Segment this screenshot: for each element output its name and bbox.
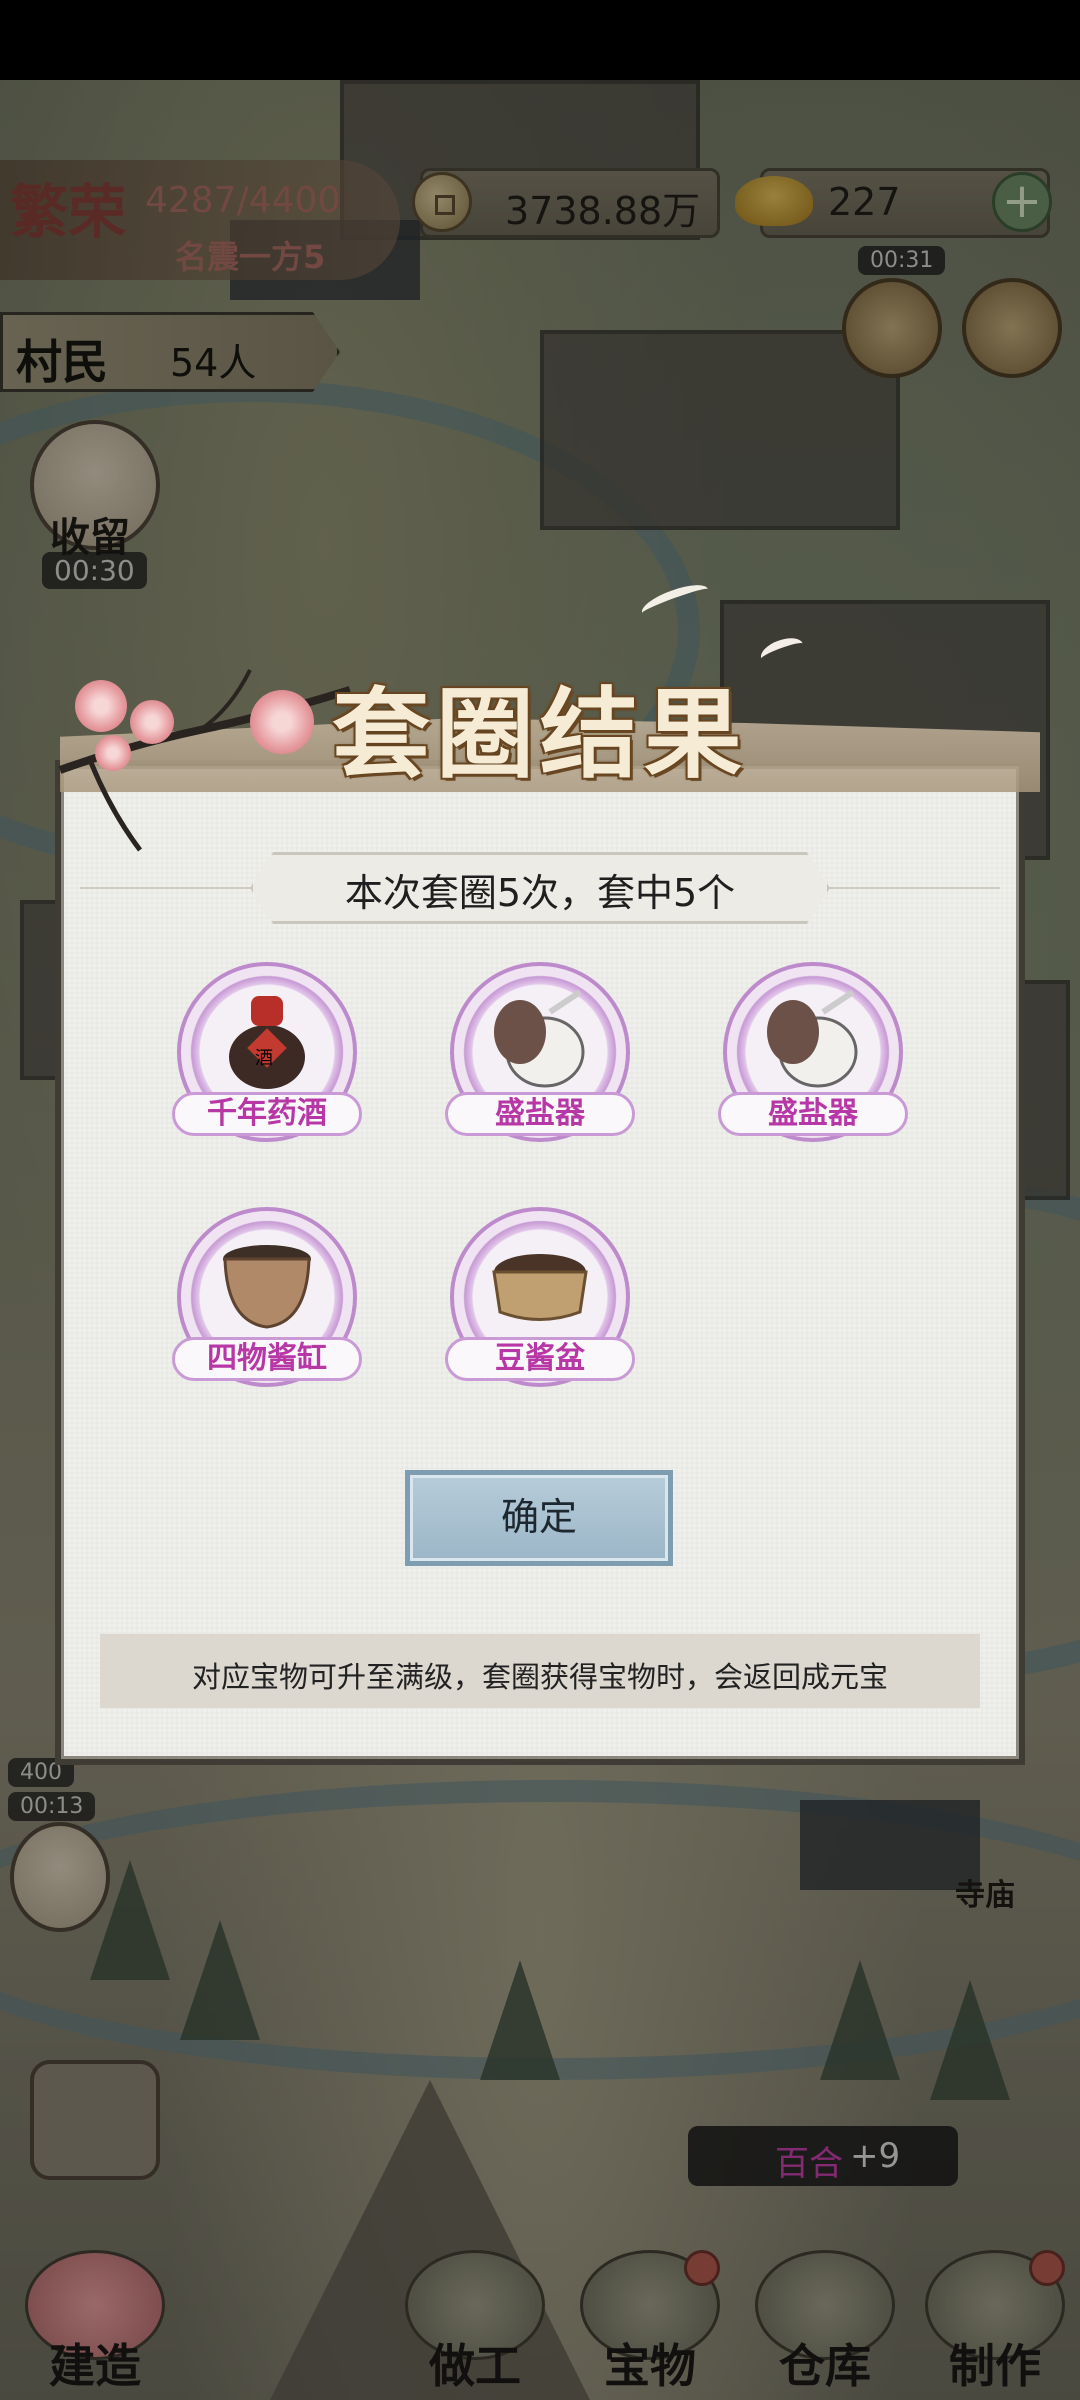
sauce-vat-icon (223, 1245, 311, 1329)
status-bar (0, 0, 1080, 80)
prize-item[interactable]: 盛盐器 (445, 962, 635, 1162)
wine-character: 酒 (255, 1048, 273, 1069)
prize-item[interactable]: 四物酱缸 (172, 1207, 362, 1407)
confirm-button[interactable]: 确定 (405, 1470, 673, 1566)
bean-paste-basin-icon (492, 1254, 588, 1321)
prize-label: 盛盐器 (445, 1092, 635, 1136)
dialog-title: 套圈结果 (331, 677, 748, 792)
prize-item[interactable]: 盛盐器 (718, 962, 908, 1162)
salt-container-icon (494, 989, 585, 1088)
salt-container-icon (767, 989, 858, 1088)
prize-item[interactable]: 豆酱盆 (445, 1207, 635, 1407)
prize-label: 四物酱缸 (172, 1337, 362, 1381)
prize-label: 盛盐器 (718, 1092, 908, 1136)
prize-label: 豆酱盆 (445, 1337, 635, 1381)
medicine-wine-jar-icon (229, 996, 305, 1089)
info-note-text: 对应宝物可升至满级，套圈获得宝物时，会返回成元宝 (191, 1660, 888, 1694)
summary-text: 本次套圈5次，套中5个 (344, 871, 736, 915)
prize-item[interactable]: 酒 千年药酒 (172, 962, 362, 1162)
prize-label: 千年药酒 (172, 1092, 362, 1136)
